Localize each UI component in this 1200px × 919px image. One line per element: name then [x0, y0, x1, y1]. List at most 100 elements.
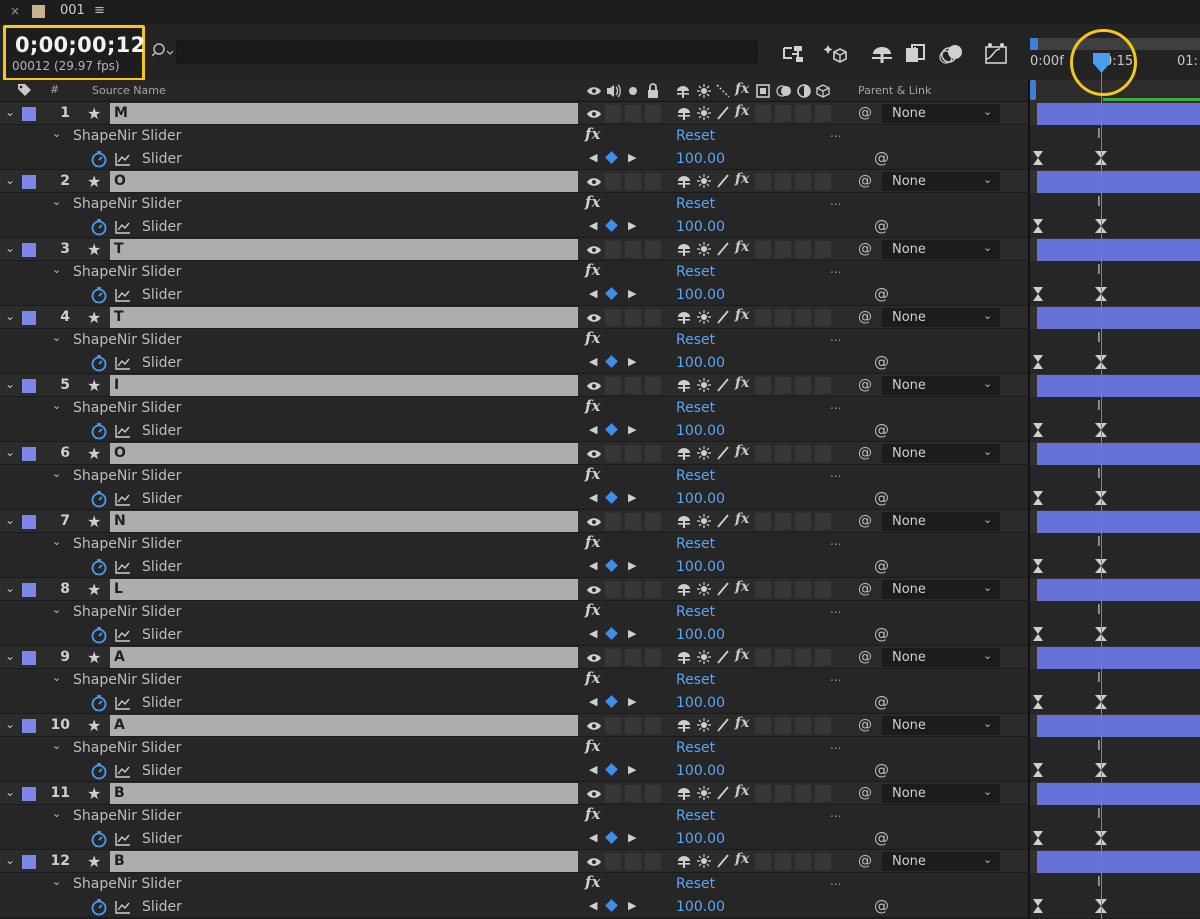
twirl-down-icon[interactable]: ⌄	[52, 399, 61, 412]
fx-icon[interactable]: fx	[585, 125, 600, 143]
graph-icon[interactable]	[115, 356, 131, 370]
3d-layer-slot[interactable]	[815, 853, 831, 870]
lock-switch-slot[interactable]	[645, 105, 661, 122]
shy-icon[interactable]	[676, 853, 692, 869]
frame-blend-slot[interactable]	[755, 785, 771, 802]
slider-value[interactable]: 100.00	[676, 491, 725, 507]
motion-blur-slot[interactable]	[775, 649, 791, 666]
effect-name[interactable]: ShapeNir Slider	[73, 808, 181, 824]
frame-blend-slot[interactable]	[755, 581, 771, 598]
twirl-down-icon[interactable]: ⌄	[52, 467, 61, 480]
expression-pick-whip-icon[interactable]: @	[874, 421, 889, 439]
motion-blur-switch-icon[interactable]	[775, 83, 793, 99]
eye-icon[interactable]	[586, 720, 602, 732]
audio-switch-slot[interactable]	[605, 241, 621, 258]
adjustment-slot[interactable]	[795, 649, 811, 666]
reset-button[interactable]: Reset	[676, 876, 715, 892]
quality-icon[interactable]	[696, 309, 712, 325]
graph-icon[interactable]	[115, 152, 131, 166]
layer-row[interactable]: ⌄ 11 ★ B fx @ None ⌄	[0, 782, 1028, 805]
property-row[interactable]: Slider ◀ ▶ 100.00 @	[0, 895, 1028, 918]
audio-switch-slot[interactable]	[605, 309, 621, 326]
slider-value[interactable]: 100.00	[676, 423, 725, 439]
audio-switch-slot[interactable]	[605, 717, 621, 734]
keyframe-diamond-icon[interactable]	[605, 899, 618, 912]
adjustment-slot[interactable]	[795, 853, 811, 870]
property-row[interactable]: Slider ◀ ▶ 100.00 @	[0, 827, 1028, 850]
twirl-down-icon[interactable]: ⌄	[52, 739, 61, 752]
parent-value[interactable]: None	[892, 718, 926, 733]
effect-row[interactable]: ⌄ ShapeNir Slider fx Reset ...	[0, 465, 1028, 487]
options-link[interactable]: ...	[830, 262, 841, 276]
expression-pick-whip-icon[interactable]: @	[874, 829, 889, 847]
frame-blending-icon[interactable]	[902, 42, 930, 66]
label-color-swatch[interactable]	[22, 855, 36, 869]
keyframe-diamond-icon[interactable]	[605, 287, 618, 300]
solo-switch-slot[interactable]	[625, 173, 641, 190]
3d-layer-icon[interactable]	[815, 83, 831, 99]
quality-icon[interactable]	[696, 377, 712, 393]
keyframe-icon[interactable]	[1033, 627, 1043, 641]
previous-keyframe-icon[interactable]: ◀	[589, 831, 597, 844]
next-keyframe-icon[interactable]: ▶	[628, 831, 636, 844]
stopwatch-icon[interactable]	[90, 694, 108, 712]
quality-icon[interactable]	[696, 173, 712, 189]
audio-switch-slot[interactable]	[605, 513, 621, 530]
twirl-down-icon[interactable]: ⌄	[5, 513, 15, 527]
expression-pick-whip-icon[interactable]: @	[874, 149, 889, 167]
current-time[interactable]: 0;00;00;12	[15, 33, 145, 57]
adjustment-slot[interactable]	[795, 377, 811, 394]
lock-switch-slot[interactable]	[645, 649, 661, 666]
layer-name-cell[interactable]	[110, 647, 578, 668]
previous-keyframe-icon[interactable]: ◀	[589, 151, 597, 164]
adjustment-slot[interactable]	[795, 173, 811, 190]
effect-icon[interactable]	[715, 173, 731, 189]
previous-keyframe-icon[interactable]: ◀	[589, 695, 597, 708]
effect-row[interactable]: ⌄ ShapeNir Slider fx Reset ...	[0, 329, 1028, 351]
lock-switch-slot[interactable]	[645, 241, 661, 258]
twirl-down-icon[interactable]: ⌄	[52, 603, 61, 616]
keyframe-diamond-icon[interactable]	[605, 559, 618, 572]
chevron-down-icon[interactable]: ⌄	[983, 649, 992, 662]
eye-icon[interactable]	[586, 856, 602, 868]
property-row[interactable]: Slider ◀ ▶ 100.00 @	[0, 487, 1028, 510]
options-link[interactable]: ...	[830, 602, 841, 616]
lock-icon[interactable]	[646, 83, 660, 99]
shy-icon[interactable]	[676, 513, 692, 529]
adjustment-slot[interactable]	[795, 309, 811, 326]
effect-name[interactable]: ShapeNir Slider	[73, 400, 181, 416]
fx-icon[interactable]: fx	[585, 193, 600, 211]
audio-switch-slot[interactable]	[605, 173, 621, 190]
slider-value[interactable]: 100.00	[676, 695, 725, 711]
fx-icon[interactable]: fx	[585, 601, 600, 619]
keyframe-icon[interactable]	[1033, 899, 1043, 913]
fx-icon[interactable]: fx	[735, 647, 749, 663]
chevron-down-icon[interactable]: ⌄	[983, 581, 992, 594]
effect-row[interactable]: ⌄ ShapeNir Slider fx Reset ...	[0, 533, 1028, 555]
parent-link-column-header[interactable]: Parent & Link	[858, 84, 931, 97]
graph-icon[interactable]	[115, 424, 131, 438]
effect-name[interactable]: ShapeNir Slider	[73, 536, 181, 552]
next-keyframe-icon[interactable]: ▶	[628, 287, 636, 300]
adjustment-slot[interactable]	[795, 445, 811, 462]
frame-blend-slot[interactable]	[755, 717, 771, 734]
reset-button[interactable]: Reset	[676, 332, 715, 348]
search-input[interactable]	[176, 40, 758, 64]
effect-icon[interactable]	[715, 513, 731, 529]
effect-icon[interactable]	[715, 309, 731, 325]
layer-row[interactable]: ⌄ 4 ★ T fx @ None ⌄	[0, 306, 1028, 329]
fx-icon[interactable]: fx	[735, 171, 749, 187]
layer-name-cell[interactable]	[110, 715, 578, 736]
frame-blend-slot[interactable]	[755, 649, 771, 666]
motion-blur-slot[interactable]	[775, 173, 791, 190]
layer-row[interactable]: ⌄ 2 ★ O fx @ None ⌄	[0, 170, 1028, 193]
layer-duration-bar[interactable]	[1037, 511, 1200, 533]
previous-keyframe-icon[interactable]: ◀	[589, 763, 597, 776]
eye-icon[interactable]	[586, 108, 602, 120]
effect-row[interactable]: ⌄ ShapeNir Slider fx Reset ...	[0, 261, 1028, 283]
effect-row[interactable]: ⌄ ShapeNir Slider fx Reset ...	[0, 805, 1028, 827]
next-keyframe-icon[interactable]: ▶	[628, 151, 636, 164]
keyframe-icon[interactable]	[1033, 423, 1043, 437]
motion-blur-slot[interactable]	[775, 785, 791, 802]
next-keyframe-icon[interactable]: ▶	[628, 423, 636, 436]
